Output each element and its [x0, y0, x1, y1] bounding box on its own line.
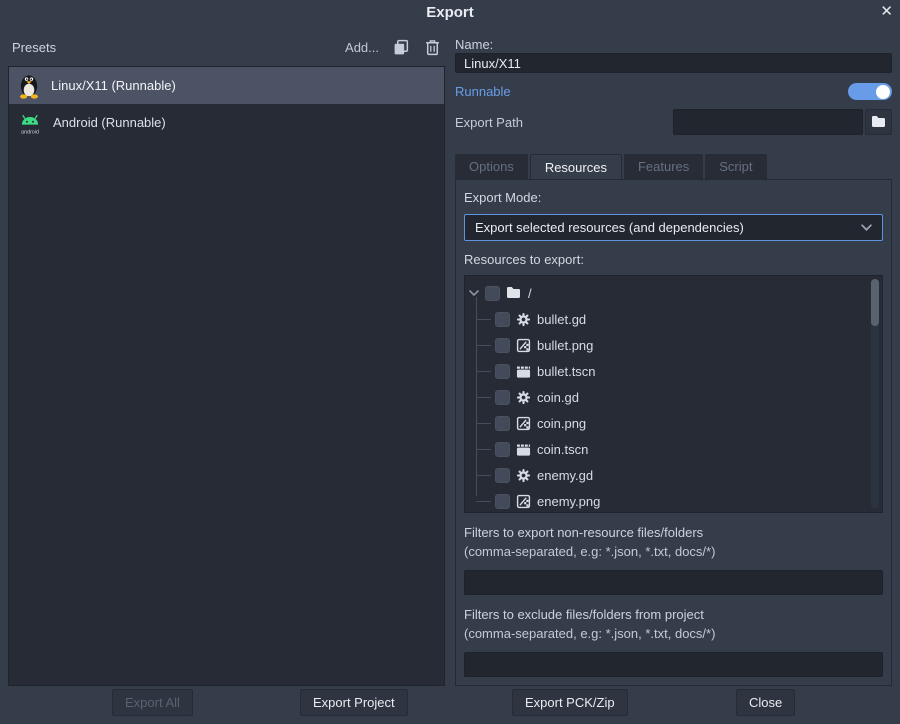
tree-item-label: / [528, 286, 532, 301]
add-preset-button[interactable]: Add... [345, 40, 379, 55]
tree-row-file[interactable]: bullet.tscn [465, 358, 882, 384]
tree-row-file[interactable]: coin.png [465, 410, 882, 436]
tree-row-file[interactable]: enemy.png [465, 488, 882, 513]
runnable-label: Runnable [455, 84, 848, 99]
folder-icon [871, 114, 887, 130]
checkbox[interactable] [485, 286, 500, 301]
filters-exclude-input[interactable] [464, 652, 883, 677]
android-icon: android [17, 110, 43, 136]
script-icon [516, 312, 531, 327]
delete-preset-icon[interactable] [424, 39, 441, 56]
script-icon [516, 468, 531, 483]
tree-scrollbar[interactable] [871, 279, 879, 509]
checkbox[interactable] [495, 338, 510, 353]
export-path-input[interactable] [673, 109, 863, 135]
tab-script[interactable]: Script [705, 154, 766, 179]
preset-settings-panel: Name: Runnable Export Path Options Resou… [455, 36, 892, 686]
image-icon [516, 416, 531, 431]
checkbox[interactable] [495, 416, 510, 431]
image-icon [516, 494, 531, 509]
tree-row-file[interactable]: bullet.png [465, 332, 882, 358]
checkbox[interactable] [495, 312, 510, 327]
filters-exclude-label: Filters to exclude files/folders from pr… [464, 607, 883, 626]
preset-item-android[interactable]: android Android (Runnable) [9, 104, 444, 141]
linux-tux-icon [17, 72, 41, 99]
dialog-body: Presets Add... [8, 36, 892, 686]
tree-item-label: bullet.png [537, 338, 593, 353]
filters-exclude-hint: (comma-separated, e.g: *.json, *.txt, do… [464, 626, 883, 645]
image-icon [516, 338, 531, 353]
tree-item-label: enemy.gd [537, 468, 593, 483]
name-label: Name: [455, 36, 892, 53]
tree-item-label: bullet.gd [537, 312, 586, 327]
chevron-down-icon [861, 224, 872, 231]
dialog-title: Export [0, 4, 900, 21]
export-path-label: Export Path [455, 115, 673, 130]
folder-icon [506, 285, 522, 301]
dialog-titlebar: Export ✕ [0, 0, 900, 28]
tree-item-label: coin.tscn [537, 442, 588, 457]
tree-row-file[interactable]: coin.tscn [465, 436, 882, 462]
presets-panel: Presets Add... [8, 36, 445, 686]
script-icon [516, 390, 531, 405]
scene-icon [516, 442, 531, 457]
tab-features[interactable]: Features [624, 154, 703, 179]
export-project-button[interactable]: Export Project [300, 689, 408, 716]
android-wordmark: android [21, 129, 39, 135]
tree-row-root[interactable]: / [465, 280, 882, 306]
tree-row-file[interactable]: bullet.gd [465, 306, 882, 332]
tab-options[interactable]: Options [455, 154, 528, 179]
export-mode-select[interactable]: Export selected resources (and dependenc… [464, 214, 883, 241]
tree-row-file[interactable]: coin.gd [465, 384, 882, 410]
preset-item-label: Android (Runnable) [53, 115, 166, 130]
export-tabs: Options Resources Features Script [455, 154, 892, 179]
preset-item-linux[interactable]: Linux/X11 (Runnable) [9, 67, 444, 104]
filters-export-label: Filters to export non-resource files/fol… [464, 525, 883, 544]
export-path-row: Export Path [455, 109, 892, 135]
tab-resources[interactable]: Resources [530, 154, 622, 179]
name-input[interactable] [455, 53, 892, 74]
tree-expand-icon [469, 290, 479, 296]
tree-item-label: bullet.tscn [537, 364, 596, 379]
runnable-toggle[interactable] [848, 83, 892, 100]
scrollbar-thumb[interactable] [871, 279, 879, 326]
filters-export-input[interactable] [464, 570, 883, 595]
close-icon[interactable]: ✕ [880, 3, 893, 21]
export-mode-label: Export Mode: [464, 190, 883, 208]
preset-item-label: Linux/X11 (Runnable) [51, 78, 176, 93]
export-all-button[interactable]: Export All [112, 689, 193, 716]
presets-label: Presets [12, 40, 331, 55]
filters-export-hint: (comma-separated, e.g: *.json, *.txt, do… [464, 544, 883, 563]
tree-item-label: coin.png [537, 416, 586, 431]
tree-row-file[interactable]: enemy.gd [465, 462, 882, 488]
toggle-knob [876, 85, 890, 99]
close-button[interactable]: Close [736, 689, 795, 716]
dialog-footer: Export All Export Project Export PCK/Zip… [0, 689, 900, 716]
presets-list: Linux/X11 (Runnable) android Android (Ru… [8, 66, 445, 686]
tree-item-label: coin.gd [537, 390, 579, 405]
tree-item-label: enemy.png [537, 494, 600, 509]
resources-to-export-label: Resources to export: [464, 252, 883, 270]
resources-tree: / [464, 275, 883, 513]
checkbox[interactable] [495, 494, 510, 509]
duplicate-preset-icon[interactable] [393, 39, 410, 56]
checkbox[interactable] [495, 390, 510, 405]
browse-path-button[interactable] [865, 109, 892, 135]
presets-header: Presets Add... [8, 36, 445, 58]
export-mode-value: Export selected resources (and dependenc… [475, 220, 861, 235]
checkbox[interactable] [495, 442, 510, 457]
scene-icon [516, 364, 531, 379]
export-pck-zip-button[interactable]: Export PCK/Zip [512, 689, 628, 716]
resources-tab-panel: Export Mode: Export selected resources (… [455, 179, 892, 686]
runnable-row: Runnable [455, 82, 892, 101]
checkbox[interactable] [495, 468, 510, 483]
checkbox[interactable] [495, 364, 510, 379]
